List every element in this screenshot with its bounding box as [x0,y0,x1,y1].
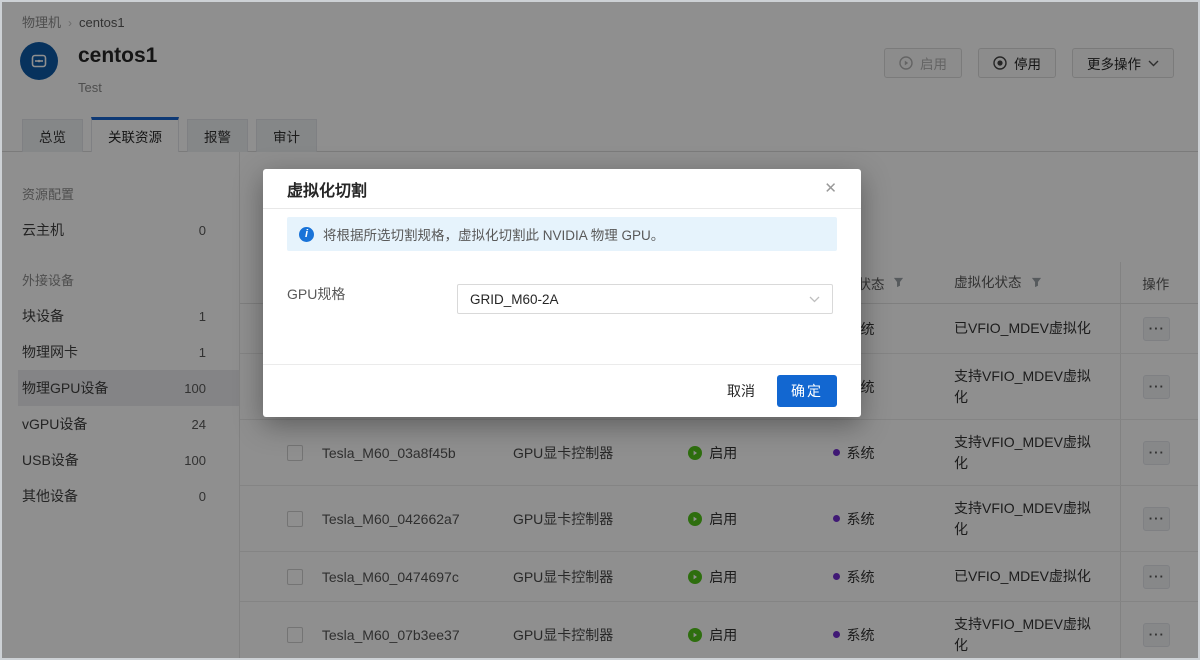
chevron-down-icon [809,296,820,303]
dialog-footer: 取消 确定 [263,364,861,417]
close-icon[interactable]: ✕ [824,181,837,196]
gpu-spec-label: GPU规格 [287,284,345,304]
info-banner: i 将根据所选切割规格，虚拟化切割此 NVIDIA 物理 GPU。 [287,217,837,251]
confirm-button[interactable]: 确定 [777,375,837,407]
cancel-button[interactable]: 取消 [727,381,755,401]
dialog-header: 虚拟化切割 ✕ [263,169,861,209]
app-window: 物理机›centos1 centos1 Test 启用 停用 更多操作 [0,0,1200,660]
gpu-spec-select[interactable]: GRID_M60-2A [457,284,833,314]
dialog-body: GPU规格 GRID_M60-2A [263,284,861,304]
dialog-title: 虚拟化切割 [287,177,367,201]
info-icon: i [299,227,314,242]
virtualization-split-dialog: 虚拟化切割 ✕ i 将根据所选切割规格，虚拟化切割此 NVIDIA 物理 GPU… [263,169,861,417]
gpu-spec-value: GRID_M60-2A [470,292,559,307]
info-text: 将根据所选切割规格，虚拟化切割此 NVIDIA 物理 GPU。 [323,224,664,244]
